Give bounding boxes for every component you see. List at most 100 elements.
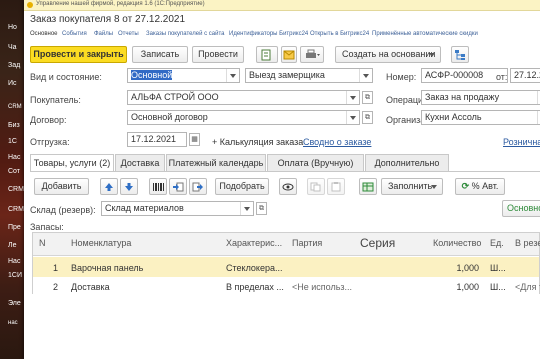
calculation-link[interactable]: + Калькуляция заказа xyxy=(212,137,303,147)
contract-value: Основной договор xyxy=(131,112,208,122)
column-header-item[interactable]: Номенклатура xyxy=(68,232,216,254)
organization-field[interactable]: Кухни Ассоль xyxy=(421,110,540,125)
reserves-label: Запасы: xyxy=(30,222,64,232)
paste-icon xyxy=(331,182,341,192)
column-header-batch[interactable]: Партия xyxy=(289,232,355,254)
email-button[interactable] xyxy=(281,46,297,63)
add-row-button[interactable]: Добавить xyxy=(34,178,89,195)
chevron-down-icon[interactable] xyxy=(240,202,253,215)
title-bar: Управление нашей фирмой, редакция 1.6 (1… xyxy=(24,0,540,11)
open-customer-icon[interactable]: ⧉ xyxy=(362,91,373,104)
barcode-button[interactable] xyxy=(149,178,167,195)
tab-delivery[interactable]: Доставка xyxy=(115,154,165,171)
column-header-quantity[interactable]: Количество xyxy=(430,232,482,254)
auto-discount-label: % Авт. xyxy=(471,181,499,191)
row-number: 1 xyxy=(53,263,59,273)
open-warehouse-icon[interactable]: ⧉ xyxy=(256,202,267,215)
kind-value: Основной xyxy=(131,70,173,80)
shipment-label: Отгрузка: xyxy=(30,137,70,147)
tab-goods[interactable]: Товары, услуги (2) xyxy=(30,154,114,172)
main-warehouse-button[interactable]: Основно xyxy=(502,200,540,217)
row-number: 2 xyxy=(53,282,59,292)
bg-menu-item: Эле xyxy=(8,300,21,307)
chevron-down-icon[interactable] xyxy=(359,69,372,82)
nav-main[interactable]: Основное xyxy=(30,31,58,37)
create-based-on-button[interactable]: Создать на основании xyxy=(335,46,441,63)
shipment-date-value: 17.12.2021 xyxy=(131,134,177,144)
date-field[interactable]: 27.12.2 xyxy=(510,68,540,83)
tab-payment-calendar[interactable]: Платежный календарь xyxy=(166,154,266,171)
post-and-close-button[interactable]: Провести и закрыть xyxy=(30,46,127,63)
nav-site-orders[interactable]: Заказы покупателей с сайта xyxy=(146,31,225,37)
contract-label: Договор: xyxy=(30,115,67,125)
paste-button[interactable] xyxy=(327,178,345,195)
move-up-button[interactable] xyxy=(100,178,118,195)
export-button[interactable] xyxy=(189,178,207,195)
post-button[interactable]: Провести xyxy=(192,46,244,63)
open-contract-icon[interactable]: ⧉ xyxy=(362,111,373,124)
auto-discount-button[interactable]: ⟳ % Авт. xyxy=(455,178,505,195)
app-logo-icon xyxy=(27,2,33,8)
bg-menu-item: СRM xyxy=(8,186,24,193)
number-field[interactable]: АСФР-000008 xyxy=(421,68,508,83)
bg-menu-item: Но xyxy=(8,24,17,31)
chevron-down-icon[interactable] xyxy=(226,69,239,82)
date-from-label: от: xyxy=(496,72,508,82)
calendar-icon[interactable]: ▦ xyxy=(189,133,200,146)
retail-link[interactable]: Розничная xyxy=(503,137,540,147)
tab-additional[interactable]: Дополнительно xyxy=(365,154,449,171)
column-header-reserve[interactable]: В резерв xyxy=(512,232,540,254)
kind-field[interactable]: Основной xyxy=(127,68,240,83)
nav-files[interactable]: Файлы xyxy=(94,31,113,37)
chevron-down-icon[interactable] xyxy=(346,91,359,104)
column-header-series[interactable]: Серия xyxy=(357,232,415,254)
warehouse-field[interactable]: Склад материалов xyxy=(101,201,254,216)
write-button[interactable]: Записать xyxy=(132,46,188,63)
contract-field[interactable]: Основной договор xyxy=(127,110,360,125)
column-header-n[interactable]: N xyxy=(36,232,58,254)
bg-menu-item: Нас xyxy=(8,258,21,265)
import-button[interactable] xyxy=(169,178,187,195)
bg-menu-item: Биз xyxy=(8,122,20,129)
row-unit: Ш... xyxy=(490,263,506,273)
customer-label: Покупатель: xyxy=(30,95,81,105)
chevron-down-icon[interactable] xyxy=(346,111,359,124)
fill-label: Заполнить xyxy=(388,181,433,191)
state-field[interactable]: Выезд замерщика xyxy=(245,68,373,83)
column-header-characteristic[interactable]: Характерис... xyxy=(223,232,285,254)
nav-open-bitrix[interactable]: Открыть в Битрикс24 xyxy=(310,31,369,37)
bg-menu-item: Нас xyxy=(8,154,21,161)
arrow-up-icon xyxy=(105,183,113,191)
tab-payment-manual[interactable]: Оплата (Вручную) xyxy=(267,154,364,171)
bg-menu-item: Ле xyxy=(8,242,17,249)
row-item: Доставка xyxy=(71,282,110,292)
structure-button[interactable] xyxy=(451,46,469,63)
order-summary-link[interactable]: Сводно о заказе xyxy=(303,137,371,147)
table-settings-button[interactable] xyxy=(359,178,377,195)
operation-field[interactable]: Заказ на продажу xyxy=(421,90,540,105)
print-forms-button[interactable] xyxy=(256,46,278,63)
row-unit: Ш... xyxy=(490,282,506,292)
shipment-date-field[interactable]: 17.12.2021 xyxy=(127,132,187,147)
copy-button[interactable] xyxy=(307,178,325,195)
nav-events[interactable]: События xyxy=(62,31,87,37)
state-value: Выезд замерщика xyxy=(249,70,325,80)
nav-bitrix-ids[interactable]: Идентификаторы Битрикс24 xyxy=(229,31,308,37)
printer-icon xyxy=(306,49,320,58)
fill-button[interactable]: Заполнить xyxy=(381,178,443,195)
nav-reports[interactable]: Отчеты xyxy=(118,31,139,37)
row-characteristic: В пределах ... xyxy=(226,282,284,292)
bg-menu-item: нас xyxy=(8,320,18,326)
bg-menu-item: СRM xyxy=(8,206,24,213)
move-down-button[interactable] xyxy=(120,178,138,195)
print-button[interactable] xyxy=(300,46,324,63)
column-header-unit[interactable]: Ед. xyxy=(487,232,507,254)
row-batch: <Не использ... xyxy=(292,282,353,292)
warehouse-label: Склад (резерв): xyxy=(30,205,96,215)
kind-state-label: Вид и состояние: xyxy=(30,72,102,82)
organization-value: Кухни Ассоль xyxy=(425,112,482,122)
view-button[interactable] xyxy=(279,178,297,195)
nav-discounts[interactable]: Применённые автоматические скидки xyxy=(372,31,478,37)
pick-button[interactable]: Подобрать xyxy=(215,178,269,195)
customer-field[interactable]: АЛЬФА СТРОЙ ООО xyxy=(127,90,360,105)
